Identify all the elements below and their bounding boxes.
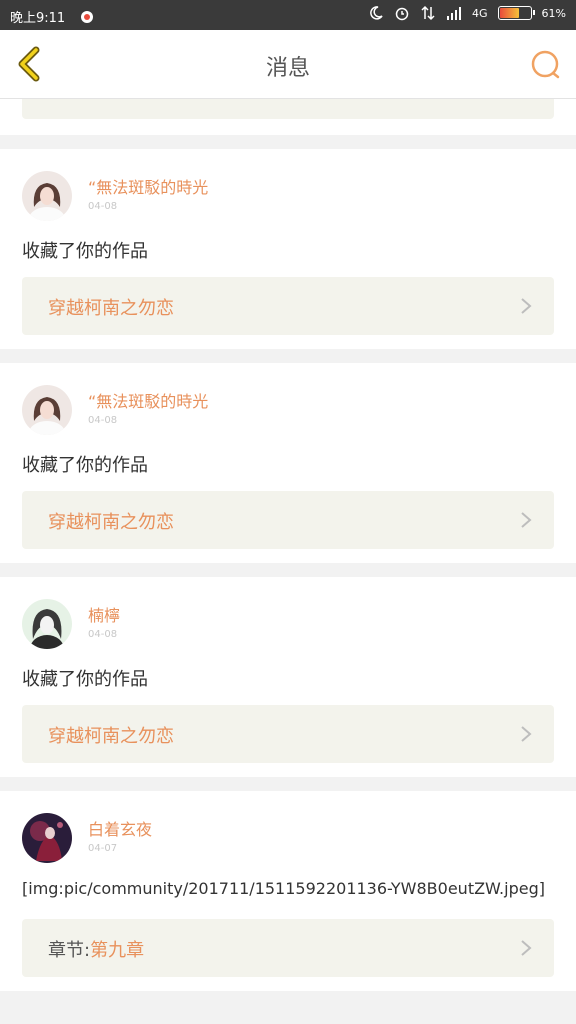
signal-icon bbox=[447, 7, 462, 20]
username[interactable]: 白着玄夜 bbox=[88, 816, 152, 840]
message-card: 白着玄夜 04-07 [img:pic/community/201711/151… bbox=[0, 791, 576, 991]
chevron-right-icon bbox=[521, 726, 532, 742]
battery-icon bbox=[497, 6, 535, 20]
link-title: 穿越柯南之勿恋 bbox=[48, 726, 174, 747]
alarm-icon bbox=[395, 7, 409, 21]
status-time: 晚上9:11 bbox=[10, 11, 66, 26]
link-title: 穿越柯南之勿恋 bbox=[48, 512, 174, 533]
message-date: 04-08 bbox=[88, 201, 118, 212]
battery-level bbox=[499, 8, 520, 18]
username[interactable]: “無法斑駁的時光 bbox=[88, 388, 208, 412]
avatar[interactable] bbox=[22, 385, 72, 435]
avatar[interactable] bbox=[22, 813, 72, 863]
work-link[interactable]: 穿越柯南之勿恋 bbox=[22, 705, 554, 763]
chevron-right-icon bbox=[521, 298, 532, 314]
message-list: “無法斑駁的時光 04-08 收藏了你的作品 穿越柯南之勿恋 “無法斑駁的時光 … bbox=[0, 99, 576, 991]
network-type: 4G bbox=[472, 6, 488, 20]
username[interactable]: 楠檸 bbox=[88, 602, 120, 626]
message-date: 04-07 bbox=[88, 843, 118, 854]
status-bar: 晚上9:11 4G 61% bbox=[0, 0, 576, 30]
message-card: 楠檸 04-08 收藏了你的作品 穿越柯南之勿恋 bbox=[0, 577, 576, 777]
chapter-link-label: 章节:第九章 bbox=[48, 936, 144, 962]
message-content: [img:pic/community/201711/1511592201136-… bbox=[22, 879, 545, 898]
message-content: 收藏了你的作品 bbox=[22, 669, 148, 690]
message-date: 04-08 bbox=[88, 629, 118, 640]
username[interactable]: “無法斑駁的時光 bbox=[88, 174, 208, 198]
link-title: 第九章 bbox=[90, 940, 145, 961]
work-link-label: 穿越柯南之勿恋 bbox=[48, 294, 174, 320]
page-title: 消息 bbox=[265, 56, 310, 81]
work-link-label: 穿越柯南之勿恋 bbox=[48, 508, 174, 534]
work-link[interactable]: 穿越柯南之勿恋 bbox=[22, 491, 554, 549]
chapter-link[interactable]: 章节:第九章 bbox=[22, 919, 554, 977]
chevron-right-icon bbox=[521, 940, 532, 956]
avatar[interactable] bbox=[22, 599, 72, 649]
message-card: “無法斑駁的時光 04-08 收藏了你的作品 穿越柯南之勿恋 bbox=[0, 363, 576, 563]
chevron-right-icon bbox=[521, 512, 532, 528]
message-content: 收藏了你的作品 bbox=[22, 455, 148, 476]
data-transfer-icon bbox=[421, 5, 435, 21]
work-link[interactable]: 穿越柯南之勿恋 bbox=[22, 277, 554, 335]
work-link-label: 穿越柯南之勿恋 bbox=[48, 722, 174, 748]
title-bar: 消息 bbox=[0, 30, 576, 99]
search-icon[interactable] bbox=[528, 48, 562, 82]
moon-icon bbox=[370, 6, 383, 20]
notification-icon bbox=[81, 10, 94, 23]
message-date: 04-08 bbox=[88, 415, 118, 426]
link-title: 穿越柯南之勿恋 bbox=[48, 298, 174, 319]
partial-link-box[interactable] bbox=[22, 99, 554, 119]
list-item bbox=[0, 99, 576, 135]
message-card: “無法斑駁的時光 04-08 收藏了你的作品 穿越柯南之勿恋 bbox=[0, 149, 576, 349]
message-content: 收藏了你的作品 bbox=[22, 241, 148, 262]
avatar[interactable] bbox=[22, 171, 72, 221]
battery-percent: 61% bbox=[541, 6, 566, 20]
link-prefix: 章节: bbox=[48, 940, 91, 961]
